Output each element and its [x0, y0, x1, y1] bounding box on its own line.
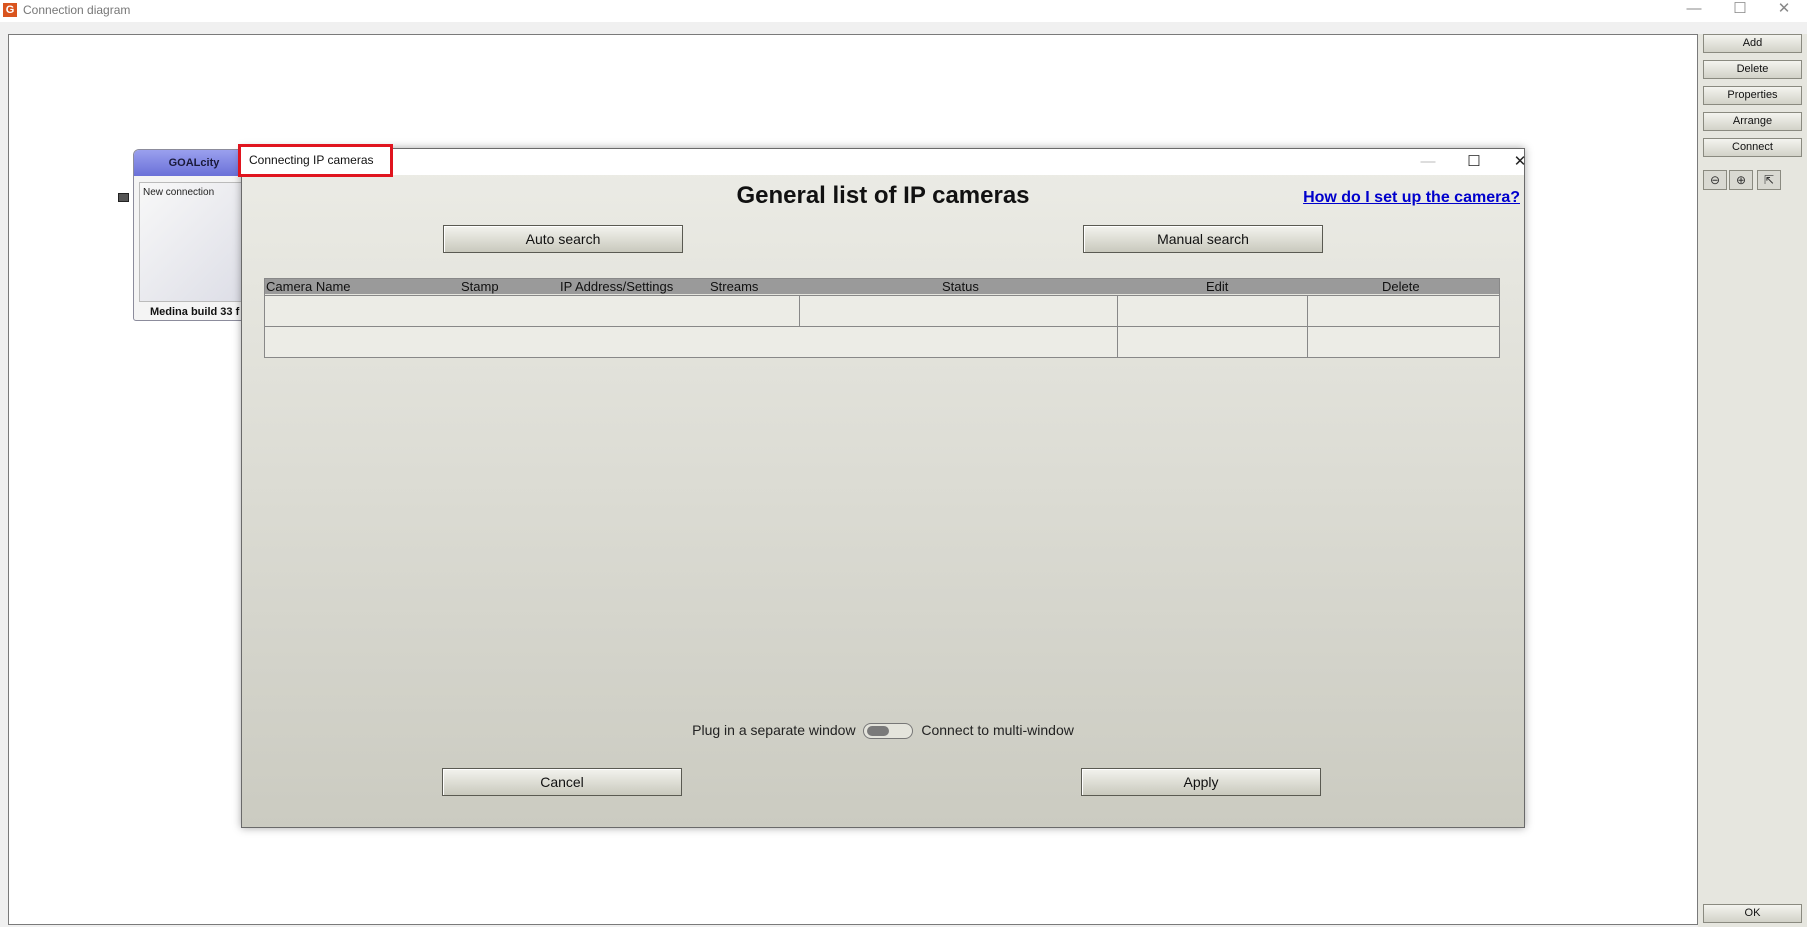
col-status: Status	[942, 279, 979, 294]
node-preview: New connection	[139, 182, 253, 302]
app-logo-icon: G	[3, 3, 17, 17]
ok-button[interactable]: OK	[1703, 904, 1802, 923]
window-maximize-button[interactable]: ☐	[1717, 0, 1763, 22]
window-minimize-button[interactable]: —	[1671, 0, 1717, 22]
window-close-button[interactable]: ✕	[1761, 0, 1807, 22]
dialog-title: Connecting IP cameras	[238, 144, 393, 177]
col-camera-name: Camera Name	[266, 279, 351, 294]
toggle-left-label: Plug in a separate window	[692, 722, 856, 738]
toggle-knob	[867, 726, 890, 737]
diagram-node[interactable]: GOALcity New connection Medina build 33 …	[133, 149, 255, 321]
dialog-minimize-button[interactable]: —	[1408, 149, 1448, 175]
zoom-out-icon[interactable]: ⊖	[1703, 170, 1727, 190]
dialog-close-button[interactable]: ✕	[1500, 149, 1540, 175]
delete-cell[interactable]	[1307, 296, 1499, 326]
toggle-right-label: Connect to multi-window	[921, 722, 1074, 738]
auto-search-button[interactable]: Auto search	[443, 225, 683, 253]
edit-cell[interactable]	[1117, 327, 1308, 357]
edit-cell[interactable]	[1117, 296, 1308, 326]
help-link[interactable]: How do I set up the camera?	[1303, 189, 1520, 207]
status-cell	[799, 296, 1118, 326]
delete-cell[interactable]	[1307, 327, 1499, 357]
node-connection-label[interactable]: New connection	[143, 187, 214, 198]
col-edit: Edit	[1206, 279, 1229, 294]
col-stamp: Stamp	[461, 279, 499, 294]
arrange-button[interactable]: Arrange	[1703, 112, 1802, 131]
apply-button[interactable]: Apply	[1081, 768, 1321, 796]
cancel-button[interactable]: Cancel	[442, 768, 682, 796]
col-streams: Streams	[710, 279, 759, 294]
dialog-maximize-button[interactable]: ☐	[1454, 149, 1494, 175]
delete-button[interactable]: Delete	[1703, 60, 1802, 79]
add-button[interactable]: Add	[1703, 34, 1802, 53]
node-input-pin[interactable]	[118, 193, 129, 202]
table-row[interactable]	[265, 295, 1499, 326]
col-ip-address: IP Address/Settings	[560, 279, 674, 294]
node-header: GOALcity	[134, 150, 254, 176]
cameras-table: Camera Name Stamp IP Address/Settings St…	[264, 278, 1500, 358]
properties-button[interactable]: Properties	[1703, 86, 1802, 105]
fit-icon[interactable]: ⇱	[1757, 170, 1781, 190]
app-title: Connection diagram	[23, 3, 131, 17]
table-row[interactable]	[265, 326, 1499, 357]
connect-button[interactable]: Connect	[1703, 138, 1802, 157]
manual-search-button[interactable]: Manual search	[1083, 225, 1323, 253]
col-delete: Delete	[1382, 279, 1420, 294]
table-header: Camera Name Stamp IP Address/Settings St…	[265, 279, 1499, 294]
node-footer: Medina build 33 f	[150, 306, 240, 318]
window-mode-toggle-row: Plug in a separate window Connect to mul…	[242, 722, 1524, 740]
app-titlebar: G Connection diagram — ☐ ✕	[0, 0, 1807, 22]
window-mode-toggle[interactable]	[863, 723, 914, 740]
side-panel: Add Delete Properties Arrange Connect ⊖ …	[1698, 34, 1807, 927]
ip-cameras-dialog: Connecting IP cameras — ☐ ✕ General list…	[238, 144, 1526, 828]
dialog-titlebar: Connecting IP cameras — ☐ ✕	[238, 144, 1526, 177]
zoom-in-icon[interactable]: ⊕	[1729, 170, 1753, 190]
